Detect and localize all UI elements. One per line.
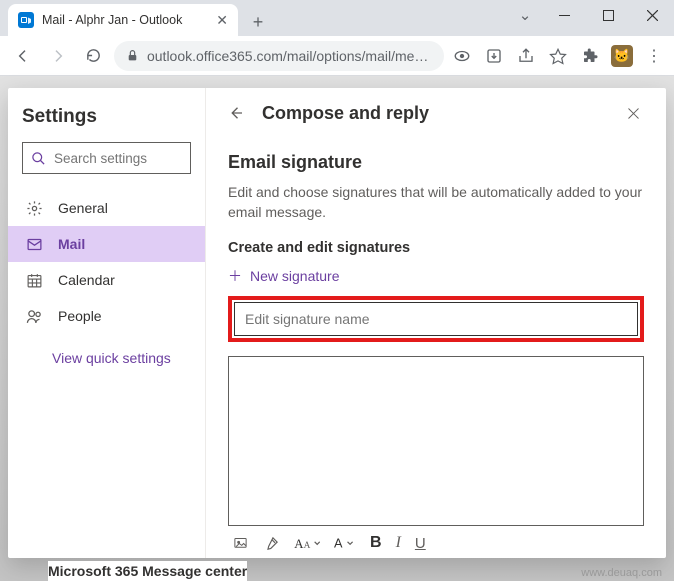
italic-button[interactable]: I: [396, 534, 401, 552]
sidebar-item-label: General: [58, 200, 108, 216]
sidebar-item-people[interactable]: People: [8, 298, 205, 334]
view-quick-settings-link[interactable]: View quick settings: [52, 350, 191, 366]
underline-button[interactable]: U: [415, 535, 426, 552]
search-icon: [31, 151, 46, 166]
lock-icon: [126, 49, 139, 62]
svg-text:A: A: [294, 536, 304, 550]
main-header: Compose and reply: [206, 88, 666, 138]
back-button[interactable]: [224, 104, 248, 122]
sidebar-item-label: People: [58, 308, 102, 324]
insert-image-icon[interactable]: [232, 536, 249, 551]
settings-sidebar: Settings General Mail Calendar: [8, 88, 206, 558]
calendar-icon: [26, 272, 44, 289]
extensions-icon[interactable]: [578, 44, 602, 68]
watermark: www.deuaq.com: [581, 567, 662, 579]
background-page-title: Microsoft 365 Message center: [48, 561, 247, 581]
install-icon[interactable]: [482, 44, 506, 68]
sidebar-title: Settings: [22, 106, 191, 128]
close-settings-button[interactable]: [618, 98, 648, 128]
section-description: Edit and choose signatures that will be …: [228, 183, 644, 222]
page-title: Compose and reply: [262, 103, 429, 124]
sidebar-item-mail[interactable]: Mail: [8, 226, 205, 262]
sidebar-item-label: Calendar: [58, 272, 115, 288]
gear-icon: [26, 200, 44, 217]
window-close-button[interactable]: [630, 0, 674, 30]
share-icon[interactable]: [514, 44, 538, 68]
url-text: outlook.office365.com/mail/options/mail/…: [147, 48, 432, 64]
tab-close-icon[interactable]: ✕: [216, 12, 228, 29]
window-minimize-button[interactable]: [542, 0, 586, 30]
settings-modal: Settings General Mail Calendar: [8, 88, 666, 558]
profile-avatar[interactable]: 🐱: [610, 44, 634, 68]
search-input[interactable]: [54, 151, 231, 166]
svg-text:A: A: [304, 540, 311, 550]
nav-forward-button[interactable]: [43, 41, 72, 71]
browser-toolbar: outlook.office365.com/mail/options/mail/…: [0, 36, 674, 76]
font-family-dropdown[interactable]: AA: [294, 535, 320, 552]
outlook-favicon: [18, 12, 34, 28]
sidebar-item-general[interactable]: General: [8, 190, 205, 226]
new-signature-button[interactable]: ＋ New signature: [228, 266, 644, 286]
format-toolbar: AA A B I U: [228, 534, 644, 552]
sidebar-item-calendar[interactable]: Calendar: [8, 262, 205, 298]
nav-back-button[interactable]: [8, 41, 37, 71]
annotation-highlight: [228, 296, 644, 342]
plus-icon: ＋: [228, 266, 242, 286]
browser-tab[interactable]: Mail - Alphr Jan - Outlook ✕: [8, 4, 238, 36]
new-signature-label: New signature: [250, 268, 340, 284]
font-size-dropdown[interactable]: A: [334, 535, 356, 552]
mail-icon: [26, 236, 44, 253]
settings-scroll-area[interactable]: Email signature Edit and choose signatur…: [206, 138, 666, 558]
svg-text:A: A: [334, 536, 343, 550]
signature-name-input[interactable]: [234, 302, 638, 336]
search-settings[interactable]: [22, 142, 191, 174]
sidebar-item-label: Mail: [58, 236, 85, 252]
people-icon: [26, 308, 44, 325]
window-maximize-button[interactable]: [586, 0, 630, 30]
browser-tab-title: Mail - Alphr Jan - Outlook: [42, 13, 208, 27]
settings-main: Compose and reply Email signature Edit a…: [206, 88, 666, 558]
browser-menu-icon[interactable]: ⋮: [642, 44, 666, 68]
url-bar[interactable]: outlook.office365.com/mail/options/mail/…: [114, 41, 444, 71]
new-tab-button[interactable]: +: [244, 8, 272, 36]
tab-overflow-chevron-icon[interactable]: ⌄: [508, 0, 542, 30]
bold-button[interactable]: B: [370, 534, 382, 552]
lens-extension-icon[interactable]: [450, 44, 474, 68]
signature-editor-textarea[interactable]: [228, 356, 644, 526]
nav-reload-button[interactable]: [79, 41, 108, 71]
subsection-heading: Create and edit signatures: [228, 240, 644, 256]
format-painter-icon[interactable]: [263, 535, 280, 552]
bookmark-star-icon[interactable]: [546, 44, 570, 68]
window-controls: ⌄: [508, 0, 674, 30]
section-heading: Email signature: [228, 152, 644, 173]
